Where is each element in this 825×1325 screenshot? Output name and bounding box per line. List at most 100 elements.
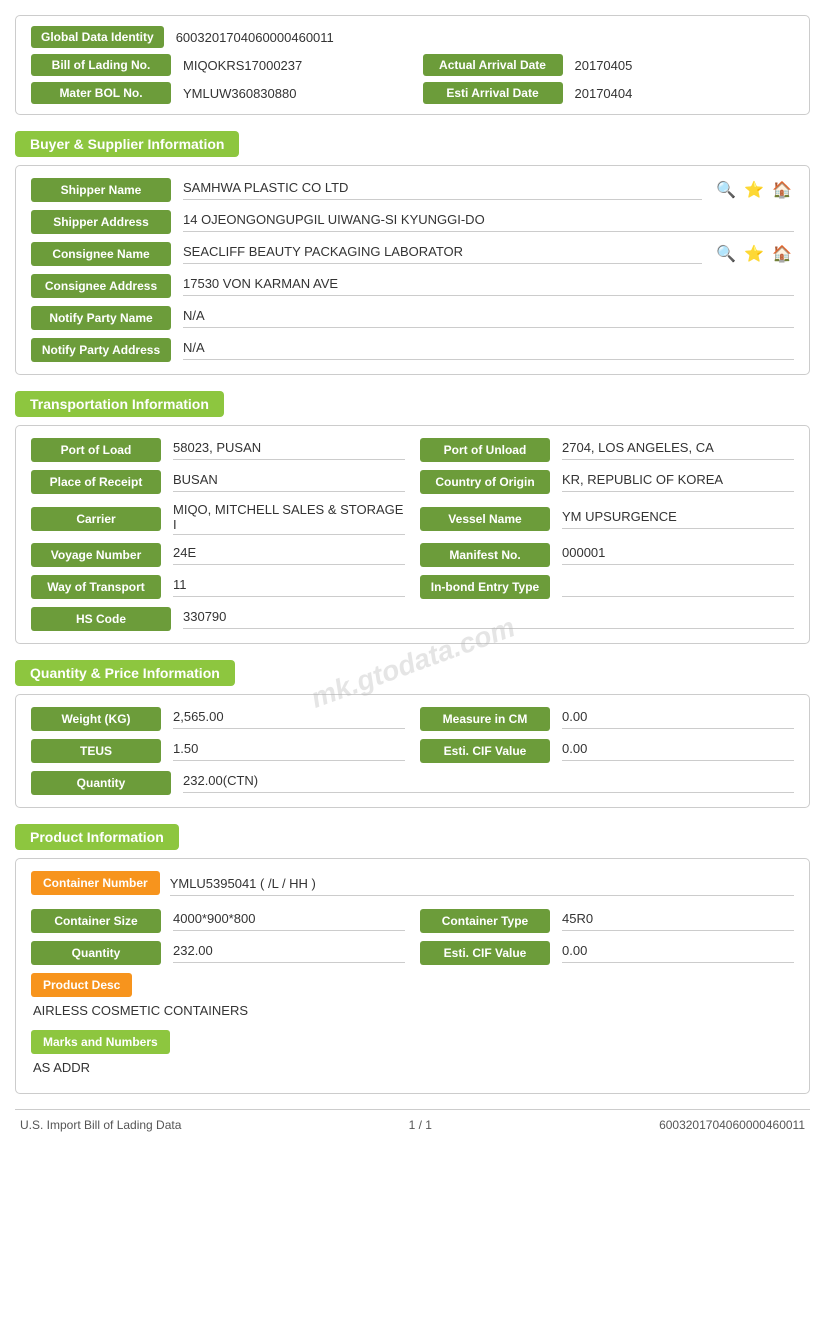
notify-party-address-value: N/A (183, 340, 794, 360)
consignee-name-value: SEACLIFF BEAUTY PACKAGING LABORATOR (183, 244, 702, 264)
weight-label: Weight (KG) (31, 707, 161, 731)
master-bol-label: Mater BOL No. (31, 82, 171, 104)
receipt-origin-row: Place of Receipt BUSAN Country of Origin… (31, 470, 794, 494)
voyage-number-value: 24E (173, 545, 405, 565)
measure-in-cm-label: Measure in CM (420, 707, 550, 731)
identity-section: Global Data Identity 6003201704060000460… (15, 15, 810, 115)
port-of-load-value: 58023, PUSAN (173, 440, 405, 460)
port-of-load-col: Port of Load 58023, PUSAN (31, 438, 405, 462)
quantity-price-title-wrapper: Quantity & Price Information (15, 659, 810, 684)
way-of-transport-col: Way of Transport 11 (31, 575, 405, 599)
product-quantity-cif-row: Quantity 232.00 Esti. CIF Value 0.00 (31, 941, 794, 965)
global-data-identity-label: Global Data Identity (31, 26, 164, 48)
marks-numbers-value: AS ADDR (31, 1060, 794, 1075)
bill-of-lading-value: MIQOKRS17000237 (183, 58, 302, 73)
product-quantity-label: Quantity (31, 941, 161, 965)
carrier-col: Carrier MIQO, MITCHELL SALES & STORAGE I (31, 502, 405, 535)
page-footer: U.S. Import Bill of Lading Data 1 / 1 60… (15, 1109, 810, 1132)
manifest-no-value: 000001 (562, 545, 794, 565)
country-of-origin-value: KR, REPUBLIC OF KOREA (562, 472, 794, 492)
shipper-name-value: SAMHWA PLASTIC CO LTD (183, 180, 702, 200)
product-quantity-col: Quantity 232.00 (31, 941, 405, 965)
country-of-origin-label: Country of Origin (420, 470, 550, 494)
consignee-name-row: Consignee Name SEACLIFF BEAUTY PACKAGING… (31, 242, 794, 266)
hs-code-value: 330790 (183, 609, 794, 629)
vessel-name-value: YM UPSURGENCE (562, 509, 794, 529)
product-info-content: Container Number YMLU5395041 ( /L / HH )… (15, 858, 810, 1094)
notify-party-name-row: Notify Party Name N/A (31, 306, 794, 330)
way-of-transport-value: 11 (173, 577, 405, 597)
notify-party-address-row: Notify Party Address N/A (31, 338, 794, 362)
bill-of-lading-pair: Bill of Lading No. MIQOKRS17000237 (31, 54, 403, 76)
master-bol-pair: Mater BOL No. YMLUW360830880 (31, 82, 403, 104)
consignee-name-icons: 🔍 ⭐ 🏠 (710, 242, 794, 266)
container-size-type-row: Container Size 4000*900*800 Container Ty… (31, 909, 794, 933)
esti-cif-value-value: 0.00 (562, 741, 794, 761)
shipper-address-value: 14 OJEONGONGUPGIL UIWANG-SI KYUNGGI-DO (183, 212, 794, 232)
manifest-no-col: Manifest No. 000001 (420, 543, 794, 567)
place-of-receipt-col: Place of Receipt BUSAN (31, 470, 405, 494)
transportation-section: Transportation Information Port of Load … (15, 390, 810, 644)
in-bond-entry-value (562, 577, 794, 597)
carrier-vessel-row: Carrier MIQO, MITCHELL SALES & STORAGE I… (31, 502, 794, 535)
voyage-number-label: Voyage Number (31, 543, 161, 567)
star-icon-2[interactable]: ⭐ (742, 242, 766, 266)
transport-inbond-row: Way of Transport 11 In-bond Entry Type (31, 575, 794, 599)
esti-arrival-date-value: 20170404 (575, 86, 633, 101)
product-quantity-value: 232.00 (173, 943, 405, 963)
container-number-row: Container Number YMLU5395041 ( /L / HH ) (31, 871, 794, 901)
esti-arrival-date-label: Esti Arrival Date (423, 82, 563, 104)
home-icon-2[interactable]: 🏠 (770, 242, 794, 266)
product-desc-label[interactable]: Product Desc (31, 973, 132, 997)
actual-arrival-date-value: 20170405 (575, 58, 633, 73)
marks-numbers-label[interactable]: Marks and Numbers (31, 1030, 170, 1054)
manifest-no-label: Manifest No. (420, 543, 550, 567)
in-bond-entry-col: In-bond Entry Type (420, 575, 794, 599)
port-of-unload-value: 2704, LOS ANGELES, CA (562, 440, 794, 460)
measure-col: Measure in CM 0.00 (420, 707, 794, 731)
product-info-section: Product Information Container Number YML… (15, 823, 810, 1094)
product-esti-cif-label: Esti. CIF Value (420, 941, 550, 965)
shipper-name-icons: 🔍 ⭐ 🏠 (710, 178, 794, 202)
teus-value: 1.50 (173, 741, 405, 761)
shipper-address-row: Shipper Address 14 OJEONGONGUPGIL UIWANG… (31, 210, 794, 234)
buyer-supplier-section: Buyer & Supplier Information Shipper Nam… (15, 130, 810, 375)
esti-arrival-date-pair: Esti Arrival Date 20170404 (423, 82, 795, 104)
quantity-price-section: Quantity & Price Information Weight (KG)… (15, 659, 810, 808)
place-of-receipt-label: Place of Receipt (31, 470, 161, 494)
footer-right: 6003201704060000460011 (659, 1118, 805, 1132)
way-of-transport-label: Way of Transport (31, 575, 161, 599)
home-icon[interactable]: 🏠 (770, 178, 794, 202)
bill-of-lading-row: Bill of Lading No. MIQOKRS17000237 Actua… (31, 54, 794, 76)
weight-col: Weight (KG) 2,565.00 (31, 707, 405, 731)
quantity-value: 232.00(CTN) (183, 773, 794, 793)
consignee-address-label: Consignee Address (31, 274, 171, 298)
actual-arrival-date-pair: Actual Arrival Date 20170405 (423, 54, 795, 76)
search-icon-2[interactable]: 🔍 (714, 242, 738, 266)
buyer-supplier-title-wrapper: Buyer & Supplier Information (15, 130, 810, 155)
weight-measure-row: Weight (KG) 2,565.00 Measure in CM 0.00 (31, 707, 794, 731)
esti-cif-col: Esti. CIF Value 0.00 (420, 739, 794, 763)
product-info-title: Product Information (15, 824, 179, 850)
consignee-address-row: Consignee Address 17530 VON KARMAN AVE (31, 274, 794, 298)
notify-party-address-label: Notify Party Address (31, 338, 171, 362)
search-icon[interactable]: 🔍 (714, 178, 738, 202)
shipper-address-label: Shipper Address (31, 210, 171, 234)
buyer-supplier-title: Buyer & Supplier Information (15, 131, 239, 157)
quantity-label: Quantity (31, 771, 171, 795)
esti-cif-value-label: Esti. CIF Value (420, 739, 550, 763)
product-info-title-wrapper: Product Information (15, 823, 810, 848)
star-icon[interactable]: ⭐ (742, 178, 766, 202)
port-of-unload-label: Port of Unload (420, 438, 550, 462)
hs-code-row: HS Code 330790 (31, 607, 794, 631)
footer-center: 1 / 1 (409, 1118, 432, 1132)
marks-numbers-block: Marks and Numbers AS ADDR (31, 1024, 794, 1075)
vessel-name-col: Vessel Name YM UPSURGENCE (420, 507, 794, 531)
in-bond-entry-label: In-bond Entry Type (420, 575, 550, 599)
container-type-col: Container Type 45R0 (420, 909, 794, 933)
quantity-price-title: Quantity & Price Information (15, 660, 235, 686)
global-data-identity-value: 6003201704060000460011 (176, 30, 334, 45)
container-number-label[interactable]: Container Number (31, 871, 160, 895)
consignee-name-label: Consignee Name (31, 242, 171, 266)
hs-code-label: HS Code (31, 607, 171, 631)
